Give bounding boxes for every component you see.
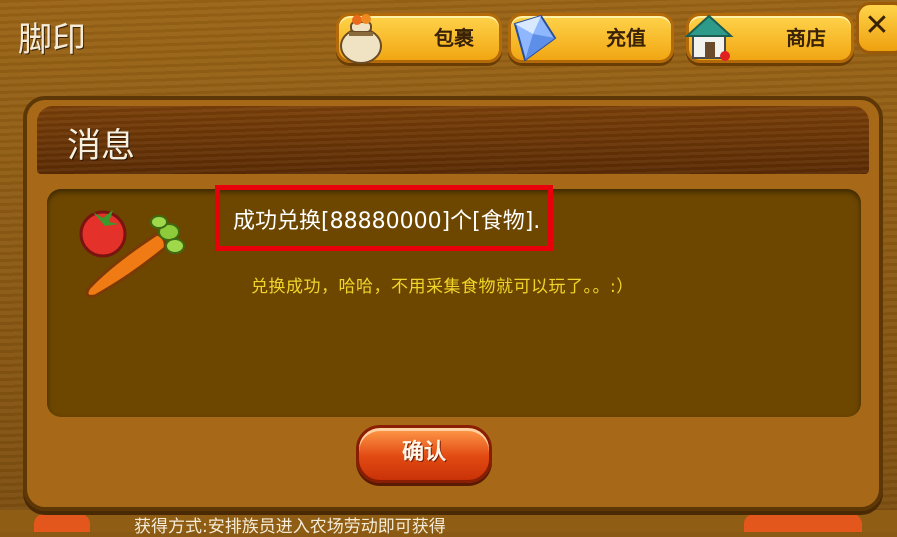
message-main: 成功兑换[88880000]个[食物]. <box>233 209 541 234</box>
bag-label: 包裹 <box>434 26 474 50</box>
recharge-button[interactable]: 充值 <box>508 13 674 63</box>
carrot-icon <box>34 514 90 532</box>
sack-icon <box>340 14 382 64</box>
dialog-header: 消息 <box>37 106 869 174</box>
page-title: 脚印 <box>18 20 86 60</box>
dialog-title: 消息 <box>67 126 135 166</box>
shop-button[interactable]: 商店 <box>684 13 854 63</box>
message-sub: 兑换成功，哈哈，不用采集食物就可以玩了。。:） <box>251 277 634 297</box>
confirm-button[interactable]: 确认 <box>356 425 492 483</box>
background-action-button[interactable] <box>744 514 862 532</box>
close-icon: ✕ <box>864 8 890 43</box>
shop-icon <box>684 14 734 61</box>
bag-button[interactable]: 包裹 <box>336 13 502 64</box>
recharge-label: 充值 <box>606 26 646 50</box>
shop-label: 商店 <box>786 26 826 50</box>
close-button[interactable]: ✕ <box>856 2 897 54</box>
diamond-icon <box>513 14 557 62</box>
food-icon <box>79 210 185 298</box>
background-hint-text: 获得方式:安排族员进入农场劳动即可获得 <box>134 517 446 537</box>
message-dialog: 消息 成功兑换[88880000]个[食物]. 兑换成功，哈哈，不用采集食物就可… <box>23 96 883 511</box>
